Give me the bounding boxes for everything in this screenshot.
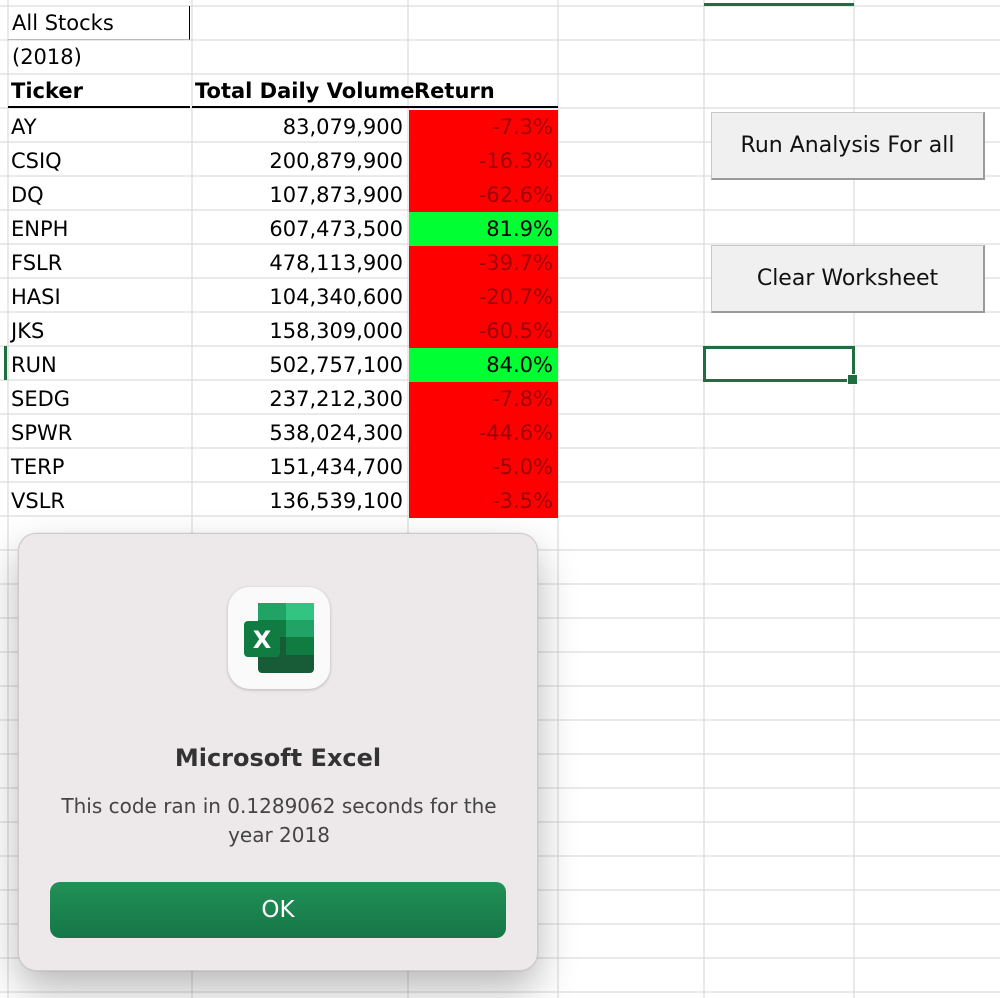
return-cell[interactable]: -5.0% (409, 450, 558, 484)
volume-cell[interactable]: 200,879,900 (192, 144, 408, 178)
return-cell[interactable]: -20.7% (409, 280, 558, 314)
return-cell[interactable]: -39.7% (409, 246, 558, 280)
volume-cell[interactable]: 607,473,500 (192, 212, 408, 246)
alert-dialog: X Microsoft Excel This code ran in 0.128… (18, 533, 538, 971)
volume-cell[interactable]: 136,539,100 (192, 484, 408, 518)
volume-cell[interactable]: 107,873,900 (192, 178, 408, 212)
run-analysis-button[interactable]: Run Analysis For all (711, 112, 985, 180)
header-total-daily-volume[interactable]: Total Daily Volume (192, 74, 415, 108)
volume-cell[interactable]: 151,434,700 (192, 450, 408, 484)
return-cell[interactable]: 84.0% (409, 348, 558, 382)
volume-cell[interactable]: 158,309,000 (192, 314, 408, 348)
return-cell[interactable]: -7.3% (409, 110, 558, 144)
svg-text:X: X (253, 626, 272, 654)
ticker-cell[interactable]: TERP (8, 450, 190, 484)
fill-handle[interactable] (847, 374, 858, 385)
volume-cell[interactable]: 538,024,300 (192, 416, 408, 450)
ticker-cell[interactable]: SEDG (8, 382, 190, 416)
return-cell[interactable]: -16.3% (409, 144, 558, 178)
return-cell[interactable]: 81.9% (409, 212, 558, 246)
ticker-cell[interactable]: JKS (8, 314, 190, 348)
dialog-title: Microsoft Excel (174, 744, 382, 772)
header-return[interactable]: Return (408, 74, 558, 108)
return-cell[interactable]: -3.5% (409, 484, 558, 518)
excel-app-icon: X (228, 587, 330, 689)
volume-cell[interactable]: 478,113,900 (192, 246, 408, 280)
clear-worksheet-button[interactable]: Clear Worksheet (711, 245, 985, 313)
ticker-cell[interactable]: DQ (8, 178, 190, 212)
ticker-cell[interactable]: RUN (8, 348, 190, 382)
volume-cell[interactable]: 83,079,900 (192, 110, 408, 144)
return-cell[interactable]: -44.6% (409, 416, 558, 450)
return-cell[interactable]: -7.8% (409, 382, 558, 416)
header-ticker[interactable]: Ticker (8, 74, 190, 108)
selected-column-indicator (704, 3, 854, 6)
volume-cell[interactable]: 237,212,300 (192, 382, 408, 416)
return-cell[interactable]: -62.6% (409, 178, 558, 212)
volume-cell[interactable]: 104,340,600 (192, 280, 408, 314)
ticker-cell[interactable]: CSIQ (8, 144, 190, 178)
active-cell-selection[interactable] (703, 346, 858, 385)
ticker-cell[interactable]: AY (8, 110, 190, 144)
return-cell[interactable]: -60.5% (409, 314, 558, 348)
selected-row-indicator (4, 346, 7, 380)
ok-button[interactable]: OK (50, 882, 506, 938)
ticker-cell[interactable]: SPWR (8, 416, 190, 450)
ticker-cell[interactable]: HASI (8, 280, 190, 314)
sheet-title-cell[interactable]: All Stocks (2018) (8, 6, 190, 69)
ticker-cell[interactable]: ENPH (8, 212, 190, 246)
ticker-cell[interactable]: VSLR (8, 484, 190, 518)
volume-cell[interactable]: 502,757,100 (192, 348, 408, 382)
dialog-message: This code ran in 0.1289062 seconds for t… (61, 794, 497, 847)
ticker-cell[interactable]: FSLR (8, 246, 190, 280)
